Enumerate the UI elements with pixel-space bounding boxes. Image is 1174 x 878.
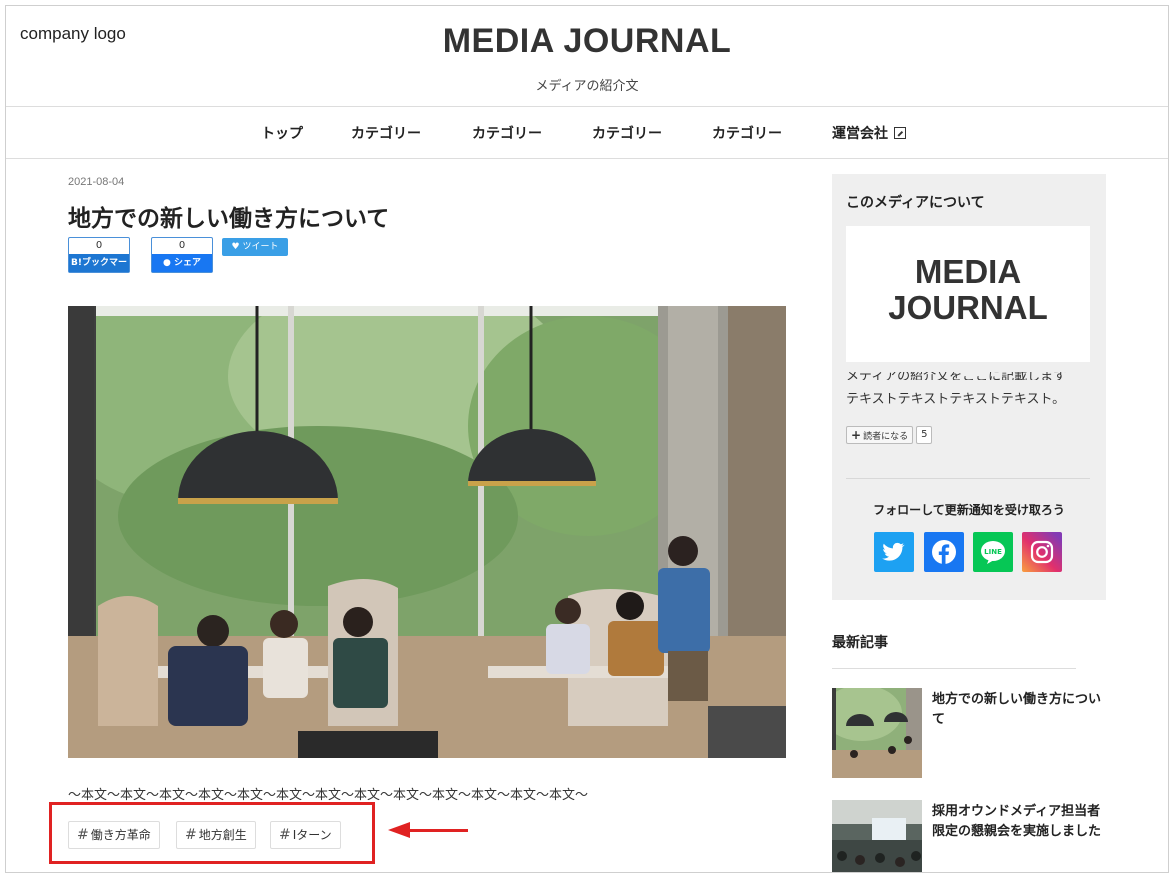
highlight-arrow-head xyxy=(388,822,410,838)
twitter-icon xyxy=(882,542,905,561)
svg-text:LINE: LINE xyxy=(984,548,1002,556)
about-heading: このメディアについて xyxy=(846,195,985,211)
header-divider xyxy=(6,106,1168,107)
page-frame: company logo MEDIA JOURNAL メディアの紹介文 トップ … xyxy=(5,5,1169,873)
about-text-clipped: メディアの紹介文をここに記載します xyxy=(846,372,1096,380)
subscriber-count[interactable]: 5 xyxy=(916,426,933,444)
follow-heading: フォローして更新通知を受け取ろう xyxy=(873,503,1065,517)
about-logo: MEDIA JOURNAL xyxy=(846,226,1090,362)
twitter-bird-icon: ♥ xyxy=(231,242,243,252)
highlight-box xyxy=(49,802,375,864)
latest-article-title[interactable]: 採用オウンドメディア担当者限定の懇親会を実施しました xyxy=(932,802,1110,842)
about-text-clipped-line: メディアの紹介文をここに記載します xyxy=(846,372,1067,380)
facebook-share-label: シェア xyxy=(173,258,201,268)
external-link-icon xyxy=(894,127,906,139)
latest-article-thumbnail[interactable] xyxy=(832,688,922,778)
post-date: 2021-08-04 xyxy=(68,176,125,188)
post-title: 地方での新しい働き方について xyxy=(68,206,390,232)
nav-item-category-2[interactable]: カテゴリー xyxy=(472,123,542,143)
subscribe-label: 読者になる xyxy=(863,432,909,442)
bookmark-count: 0 xyxy=(95,240,103,251)
instagram-icon xyxy=(1030,540,1054,564)
office-photo xyxy=(68,306,786,758)
line-follow-button[interactable]: LINE xyxy=(973,532,1013,572)
tweet-button[interactable]: ♥ ツイート xyxy=(222,238,288,256)
article-body: 〜本文〜本文〜本文〜本文〜本文〜本文〜本文〜本文〜本文〜本文〜本文〜本文〜本文〜 xyxy=(68,788,589,803)
sidebar-about: このメディアについて MEDIA JOURNAL メディアの紹介文をここに記載し… xyxy=(832,174,1106,600)
nav-item-category-3[interactable]: カテゴリー xyxy=(592,123,662,143)
nav-item-category-4[interactable]: カテゴリー xyxy=(712,123,782,143)
facebook-icon: ● xyxy=(162,258,174,268)
about-logo-line2: JOURNAL xyxy=(888,289,1048,326)
global-nav: トップ カテゴリー カテゴリー カテゴリー カテゴリー 運営会社 xyxy=(6,123,1168,147)
latest-article-title[interactable]: 地方での新しい働き方について xyxy=(932,690,1110,730)
latest-article-item[interactable]: 地方での新しい働き方について xyxy=(832,688,1112,778)
tweet-label: ツイート xyxy=(242,242,279,252)
subscribe-button[interactable]: + 読者になる xyxy=(846,426,914,444)
nav-item-top[interactable]: トップ xyxy=(261,123,303,143)
plus-icon: + xyxy=(851,428,862,442)
about-text: テキストテキストテキストテキスト。 xyxy=(846,392,1066,407)
about-divider xyxy=(846,478,1090,479)
facebook-share-button[interactable]: 0 ● シェア xyxy=(151,237,213,273)
nav-item-company-label: 運営会社 xyxy=(832,126,888,142)
latest-heading: 最新記事 xyxy=(832,635,888,651)
bookmark-label: B!ブックマーク xyxy=(69,254,129,286)
facebook-share-count: 0 xyxy=(178,240,186,251)
seminar-thumbnail xyxy=(832,800,922,872)
facebook-follow-button[interactable] xyxy=(924,532,964,572)
twitter-follow-button[interactable] xyxy=(874,532,914,572)
facebook-icon xyxy=(932,540,956,564)
nav-item-category-1[interactable]: カテゴリー xyxy=(351,123,421,143)
latest-divider xyxy=(832,668,1076,669)
about-logo-line1: MEDIA xyxy=(914,253,1022,290)
line-icon: LINE xyxy=(981,541,1005,564)
article-hero-image xyxy=(68,306,786,758)
facebook-share-label-wrap: ● シェア xyxy=(152,254,212,272)
nav-divider xyxy=(6,158,1168,159)
site-title[interactable]: MEDIA JOURNAL xyxy=(6,22,1168,61)
instagram-follow-button[interactable] xyxy=(1022,532,1062,572)
nav-item-company[interactable]: 運営会社 xyxy=(832,123,906,143)
site-description: メディアの紹介文 xyxy=(535,79,639,94)
office-thumbnail xyxy=(832,688,922,778)
highlight-arrow-shaft xyxy=(408,829,468,832)
latest-article-item[interactable]: 採用オウンドメディア担当者限定の懇親会を実施しました xyxy=(832,800,1112,872)
latest-article-thumbnail[interactable] xyxy=(832,800,922,872)
hatena-bookmark-button[interactable]: 0 B!ブックマーク xyxy=(68,237,130,286)
subscribe-widget: + 読者になる 5 xyxy=(846,426,933,444)
